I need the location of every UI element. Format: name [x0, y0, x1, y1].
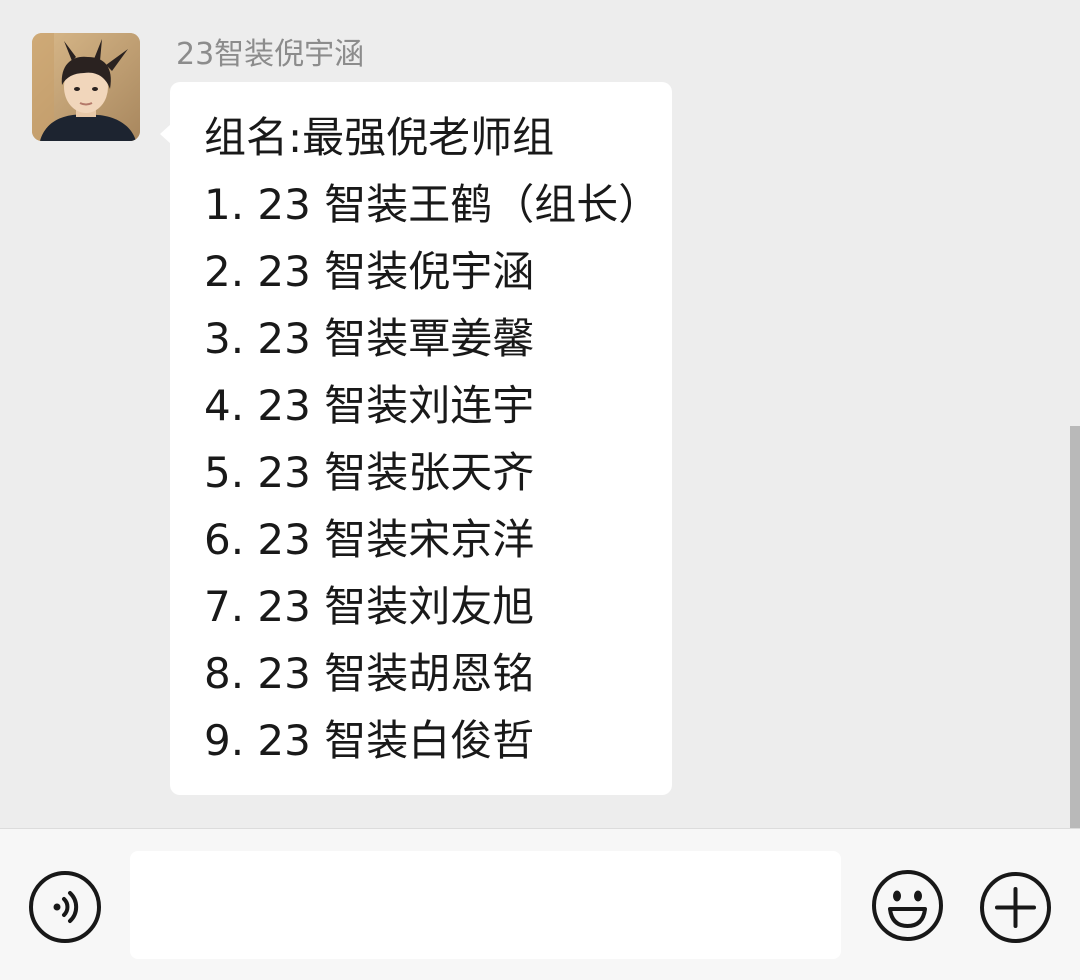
message-member-line: 2. 23 智装倪宇涵 [204, 247, 535, 296]
input-bar [0, 828, 1080, 980]
message-member-line: 8. 23 智装胡恩铭 [204, 649, 535, 698]
bubble-tail [160, 124, 171, 144]
voice-button[interactable] [29, 871, 101, 943]
message-input[interactable] [130, 851, 841, 959]
emoji-icon [872, 870, 943, 941]
message-member-line: 1. 23 智装王鹤（组长） [204, 180, 661, 229]
message-member-line: 6. 23 智装宋京洋 [204, 515, 535, 564]
plus-icon [980, 872, 1051, 943]
message-member-line: 9. 23 智装白俊哲 [204, 716, 535, 765]
message-member-line: 4. 23 智装刘连宇 [204, 381, 535, 430]
add-button[interactable] [979, 871, 1052, 944]
avatar-image [32, 33, 140, 141]
scrollbar[interactable] [1070, 426, 1080, 828]
avatar[interactable] [32, 33, 140, 141]
message-bubble[interactable]: 组名:最强倪老师组 1. 23 智装王鹤（组长） 2. 23 智装倪宇涵 3. … [160, 82, 672, 795]
sender-name: 23智装倪宇涵 [176, 37, 365, 72]
voice-icon [53, 891, 79, 923]
message-member-line: 7. 23 智装刘友旭 [204, 582, 535, 631]
emoji-button[interactable] [871, 869, 944, 942]
message-member-line: 5. 23 智装张天齐 [204, 448, 535, 497]
chat-area[interactable]: 23智装倪宇涵 组名:最强倪老师组 1. 23 智装王鹤（组长） 2. 23 智… [0, 0, 1080, 828]
message-group-name: 组名:最强倪老师组 [204, 113, 555, 162]
message-member-line: 3. 23 智装覃姜馨 [204, 314, 535, 363]
